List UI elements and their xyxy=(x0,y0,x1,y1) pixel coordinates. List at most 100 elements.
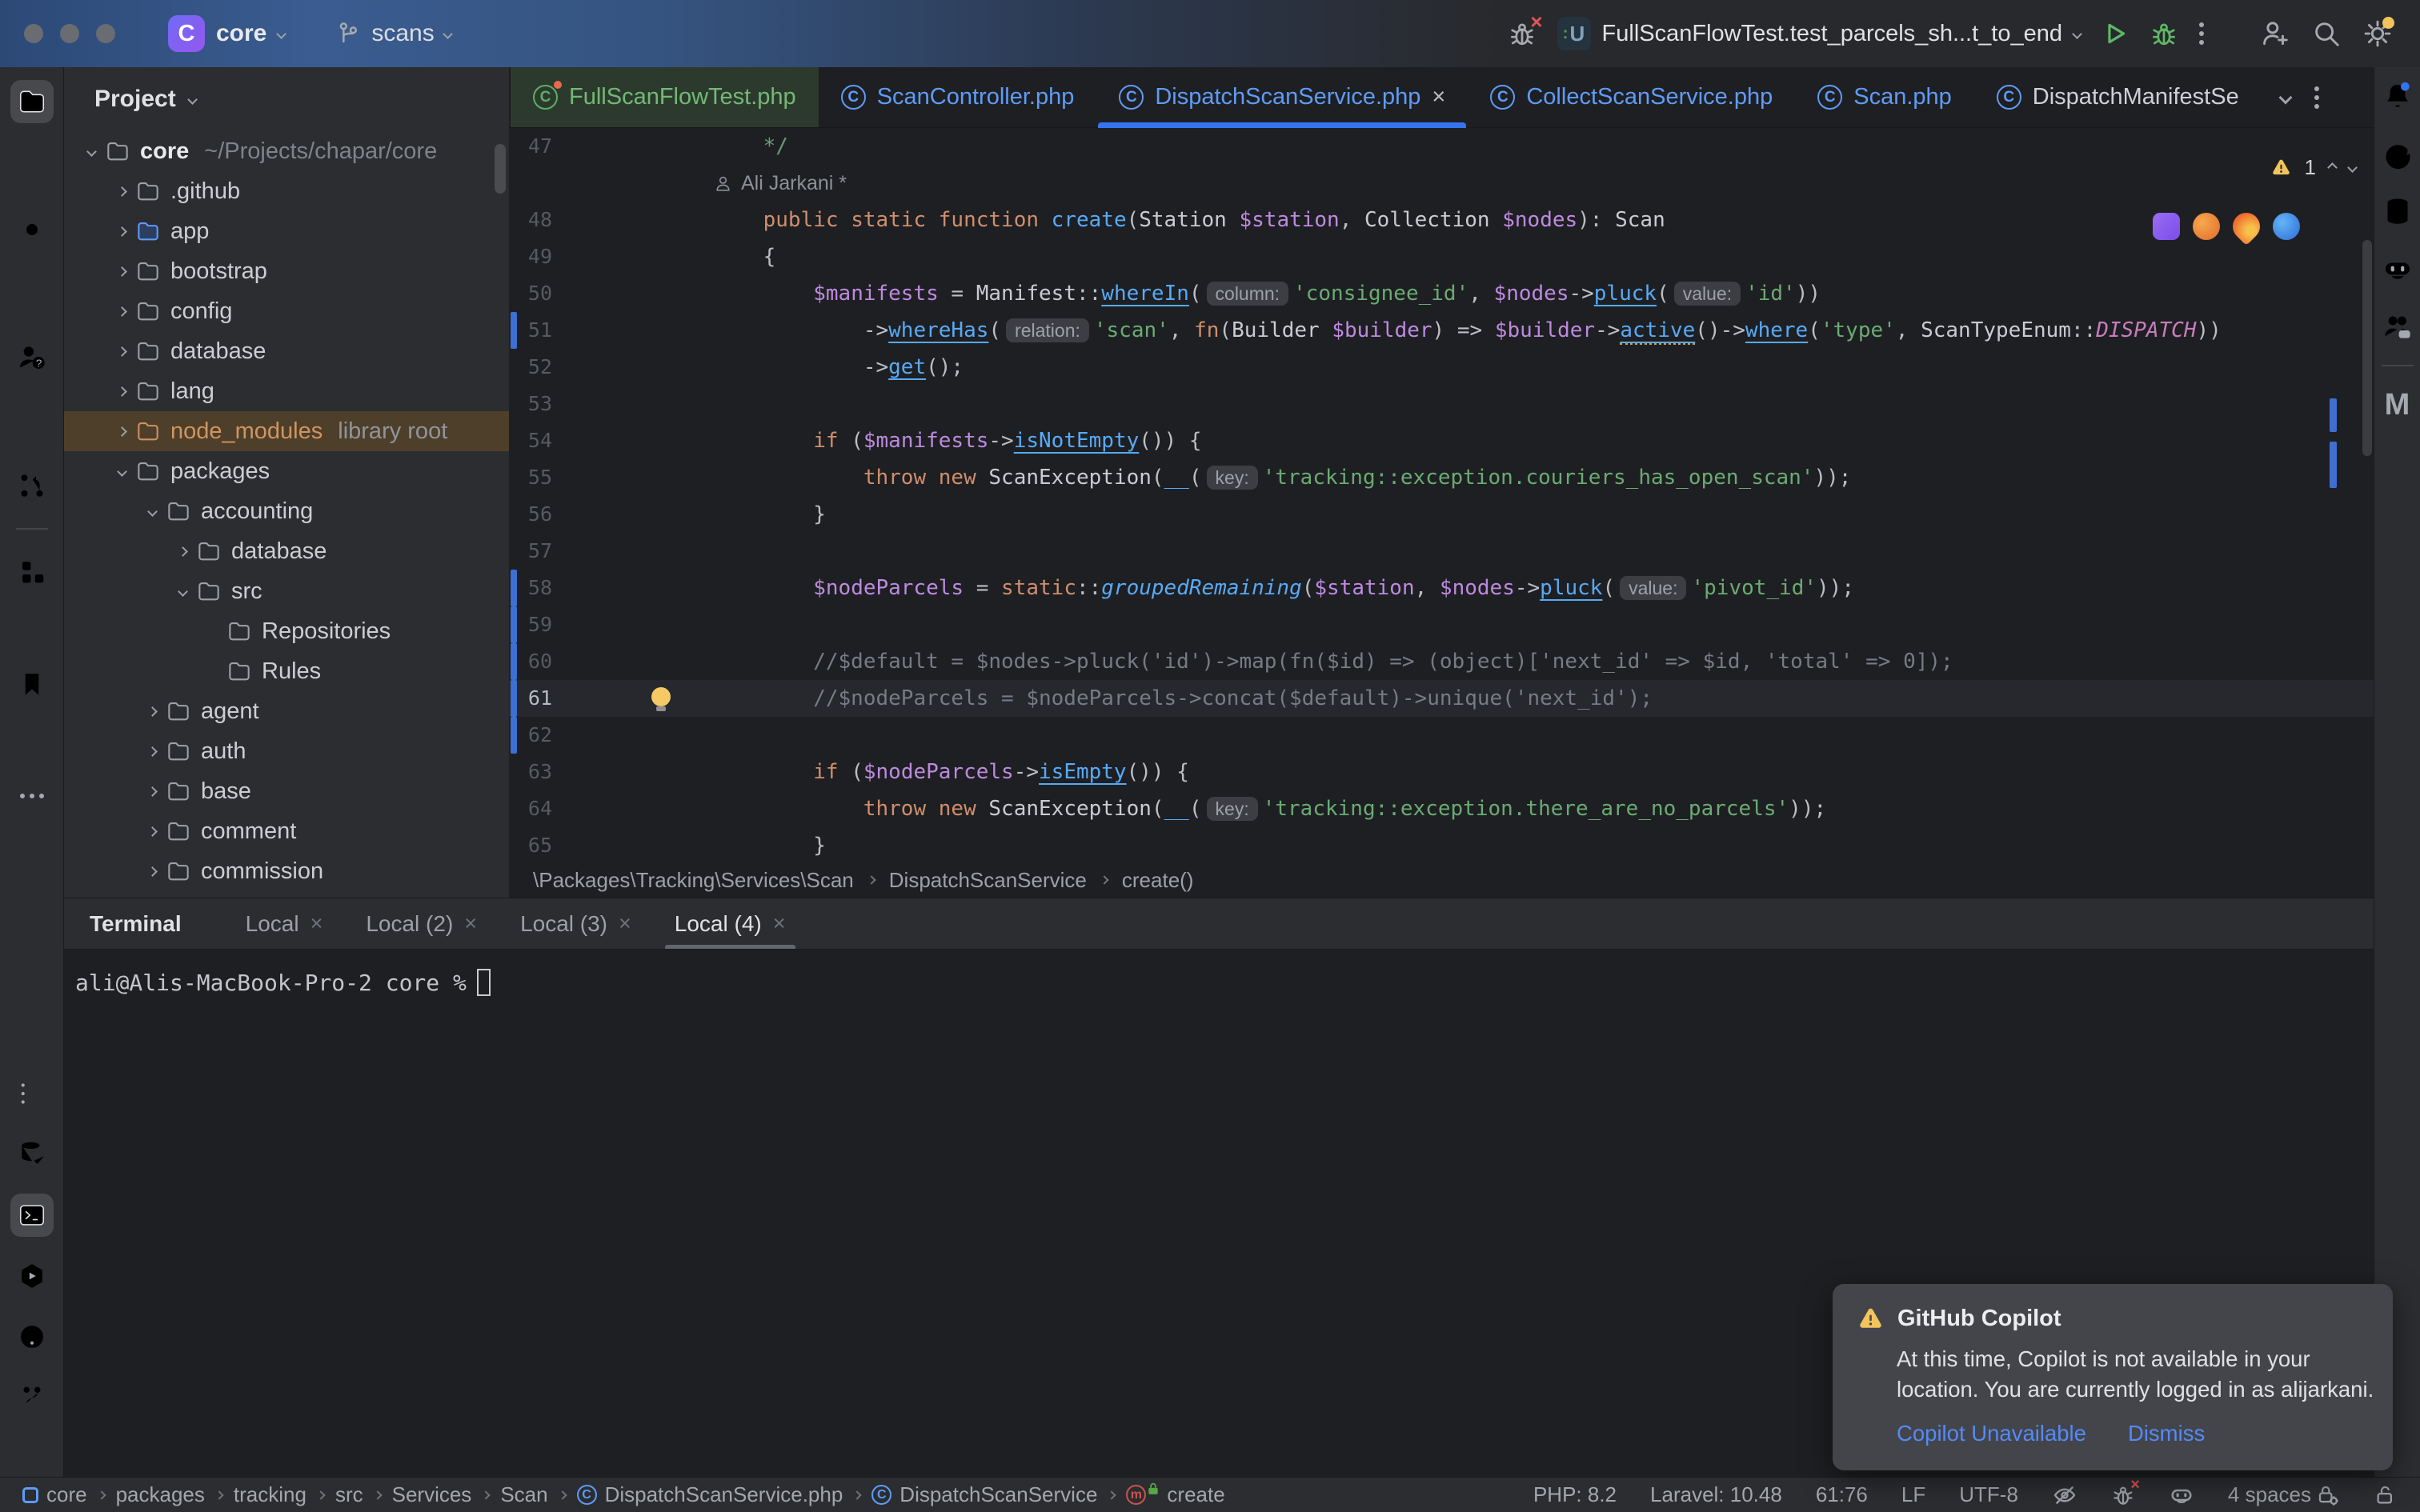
tree-item-lang[interactable]: lang xyxy=(64,371,509,411)
version-control-tool-icon[interactable] xyxy=(10,1376,54,1419)
code-line[interactable]: 53 xyxy=(509,386,2374,422)
tree-item-base[interactable]: base xyxy=(64,771,509,811)
problems-tool-icon[interactable] xyxy=(10,1315,54,1358)
settings-gear-icon[interactable] xyxy=(2362,18,2393,49)
tree-chevron-icon[interactable] xyxy=(117,346,127,357)
code-line[interactable]: 64 throw new ScanException(__(key:'track… xyxy=(509,790,2374,827)
failed-test-bug-icon[interactable]: × xyxy=(1508,19,1537,48)
highlighting-level-icon[interactable] xyxy=(2052,1482,2077,1508)
run-button[interactable] xyxy=(2101,20,2129,47)
close-tab-icon[interactable]: × xyxy=(311,911,323,936)
tree-item-database[interactable]: database xyxy=(64,331,509,371)
status-path-tracking[interactable]: tracking xyxy=(234,1482,307,1507)
zoom-window-button[interactable] xyxy=(96,24,115,43)
terminal-tab-Local (3)[interactable]: Local (3)× xyxy=(514,898,638,949)
todo-tool-icon[interactable] xyxy=(10,1072,54,1115)
close-window-button[interactable] xyxy=(24,24,43,43)
tree-item-accounting[interactable]: accounting xyxy=(64,491,509,531)
code-line[interactable]: 47 */ xyxy=(509,128,2374,165)
status-path-Scan[interactable]: Scan xyxy=(500,1482,547,1507)
close-tab-icon[interactable]: × xyxy=(773,911,786,936)
tree-item-commission[interactable]: commission xyxy=(64,851,509,891)
code-line[interactable]: 56 } xyxy=(509,496,2374,533)
tree-item-comment[interactable]: comment xyxy=(64,811,509,851)
tree-item-.github[interactable]: .github xyxy=(64,171,509,211)
tree-chevron-icon[interactable] xyxy=(117,426,127,437)
vcs-stripe-mark[interactable] xyxy=(2330,398,2337,432)
next-problem-icon[interactable] xyxy=(2347,162,2358,173)
status-path-create[interactable]: mcreate xyxy=(1126,1482,1224,1507)
code-line[interactable]: 52 ->get(); xyxy=(509,349,2374,386)
tree-chevron-icon[interactable] xyxy=(178,546,188,557)
close-tab-icon[interactable]: × xyxy=(1432,84,1445,110)
line-separator-widget[interactable]: LF xyxy=(1901,1482,1925,1507)
structure-tool-icon[interactable] xyxy=(10,550,54,594)
tree-chevron-icon[interactable] xyxy=(147,826,158,837)
code-line[interactable]: 65 } xyxy=(509,827,2374,862)
code-editor[interactable]: 47 */Ali Jarkani *48 public static funct… xyxy=(509,128,2374,862)
code-line[interactable]: 51 ->whereHas(relation:'scan', fn(Builde… xyxy=(509,312,2374,349)
breadcrumb-method[interactable]: create() xyxy=(1122,868,1194,893)
caret-position-widget[interactable]: 61:76 xyxy=(1816,1482,1868,1507)
prev-problem-icon[interactable] xyxy=(2327,162,2338,173)
project-widget[interactable]: C core xyxy=(168,15,285,52)
editor-tab-CollectScanService.php[interactable]: CCollectScanService.php xyxy=(1468,67,1795,127)
debug-button[interactable] xyxy=(2150,19,2178,48)
terminal-tab-Local (2)[interactable]: Local (2)× xyxy=(359,898,483,949)
ai-assistant-icon[interactable] xyxy=(2378,134,2417,173)
branch-widget[interactable]: scans xyxy=(335,20,451,47)
code-line[interactable]: 60 //$default = $nodes->pluck('id')->map… xyxy=(509,643,2374,680)
more-actions-icon[interactable] xyxy=(2199,31,2204,36)
code-line[interactable]: 63 if ($nodeParcels->isEmpty()) { xyxy=(509,754,2374,790)
code-line[interactable]: 54 if ($manifests->isNotEmpty()) { xyxy=(509,422,2374,459)
tree-item-bootstrap[interactable]: bootstrap xyxy=(64,251,509,291)
dismiss-link[interactable]: Dismiss xyxy=(2128,1421,2205,1446)
code-line[interactable]: 50 $manifests = Manifest::whereIn(column… xyxy=(509,275,2374,312)
plugin-icon-blue[interactable] xyxy=(2273,213,2300,240)
editor-tab-DispatchScanService.php[interactable]: CDispatchScanService.php× xyxy=(1096,67,1468,127)
tree-item-node_modules[interactable]: node_moduleslibrary root xyxy=(64,411,509,451)
tree-chevron-icon[interactable] xyxy=(117,186,127,197)
editor-tab-FullScanFlowTest.php[interactable]: CFullScanFlowTest.php xyxy=(511,67,819,127)
tree-scrollbar[interactable] xyxy=(495,144,506,194)
inspections-widget[interactable]: 1 xyxy=(2270,149,2356,186)
status-path-core[interactable]: core xyxy=(22,1482,87,1507)
tree-chevron-icon[interactable] xyxy=(178,586,188,597)
tree-item-src[interactable]: src xyxy=(64,571,509,611)
code-line[interactable]: 48 public static function create(Station… xyxy=(509,202,2374,238)
code-line[interactable]: 55 throw new ScanException(__(key:'track… xyxy=(509,459,2374,496)
tree-chevron-icon[interactable] xyxy=(117,466,127,477)
tab-options-icon[interactable] xyxy=(2314,95,2319,100)
code-line[interactable]: 61 //$nodeParcels = $nodeParcels->concat… xyxy=(509,680,2374,717)
hidden-tabs-chevron-icon[interactable] xyxy=(2278,90,2292,104)
tree-item-Rules[interactable]: Rules xyxy=(64,651,509,691)
tree-chevron-icon[interactable] xyxy=(147,506,158,517)
m-plugin-icon[interactable]: M xyxy=(2378,386,2417,424)
laravel-version-widget[interactable]: Laravel: 10.48 xyxy=(1650,1482,1782,1507)
copilot-error-bug-icon[interactable]: × xyxy=(2111,1483,2135,1507)
minimize-window-button[interactable] xyxy=(60,24,79,43)
code-line[interactable]: 49 { xyxy=(509,238,2374,275)
editor-tab-Scan.php[interactable]: CScan.php xyxy=(1795,67,1974,127)
database-check-tool-icon[interactable] xyxy=(10,1133,54,1176)
search-everywhere-icon[interactable] xyxy=(2311,18,2342,49)
editor-tab-ScanController.php[interactable]: CScanController.php xyxy=(819,67,1097,127)
php-version-widget[interactable]: PHP: 8.2 xyxy=(1533,1482,1617,1507)
editor-tab-DispatchManifestSe[interactable]: CDispatchManifestSe xyxy=(1974,67,2262,127)
tree-chevron-icon[interactable] xyxy=(86,146,97,157)
project-tool-icon[interactable] xyxy=(10,80,54,123)
terminal-tool-icon[interactable] xyxy=(10,1194,54,1237)
intention-bulb-icon[interactable] xyxy=(651,687,671,706)
tree-item-database[interactable]: database xyxy=(64,531,509,571)
tree-item-auth[interactable]: auth xyxy=(64,731,509,771)
terminal-tab-Local (4)[interactable]: Local (4)× xyxy=(668,898,792,949)
tree-item-config[interactable]: config xyxy=(64,291,509,331)
code-line[interactable]: 58 $nodeParcels = static::groupedRemaini… xyxy=(509,570,2374,606)
code-line[interactable]: 62 xyxy=(509,717,2374,754)
status-path-src[interactable]: src xyxy=(335,1482,363,1507)
tree-item-core[interactable]: core~/Projects/chapar/core xyxy=(64,131,509,171)
project-panel-header[interactable]: Project xyxy=(64,67,509,131)
copilot-icon[interactable] xyxy=(2378,250,2417,288)
breadcrumb-namespace[interactable]: \Packages\Tracking\Services\Scan xyxy=(533,868,854,893)
tree-item-app[interactable]: app xyxy=(64,211,509,251)
